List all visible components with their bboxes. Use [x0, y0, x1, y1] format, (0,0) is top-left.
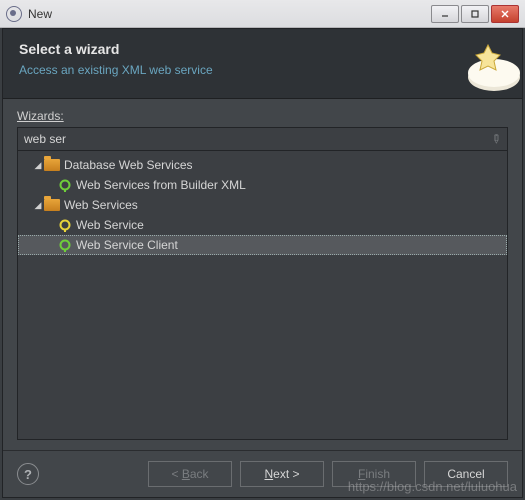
tree-item[interactable]: Web Services from Builder XML: [18, 175, 507, 195]
dialog-subtitle: Access an existing XML web service: [19, 63, 506, 77]
tree-item[interactable]: Web Service Client: [18, 235, 507, 255]
expand-arrow-icon: ◢: [32, 160, 44, 171]
dialog: Select a wizard Access an existing XML w…: [2, 28, 523, 498]
back-label: < Back: [171, 467, 208, 481]
folder-icon: [44, 159, 60, 171]
category-label: Database Web Services: [64, 158, 193, 172]
dialog-footer: ? < Back Next > Finish Cancel: [3, 450, 522, 497]
category-label: Web Services: [64, 198, 138, 212]
minimize-button[interactable]: [431, 5, 459, 23]
next-label: Next >: [264, 467, 299, 481]
wizard-item-icon: [58, 178, 72, 192]
item-label: Web Service Client: [76, 238, 178, 252]
wizard-filter-input[interactable]: [24, 130, 491, 148]
next-button[interactable]: Next >: [240, 461, 324, 487]
item-label: Web Services from Builder XML: [76, 178, 246, 192]
window-titlebar: New: [0, 0, 525, 28]
cancel-button[interactable]: Cancel: [424, 461, 508, 487]
finish-button[interactable]: Finish: [332, 461, 416, 487]
help-button[interactable]: ?: [17, 463, 39, 485]
filter-row: ✎: [17, 127, 508, 151]
expand-arrow-icon: ◢: [32, 200, 44, 211]
tree-item[interactable]: Web Service: [18, 215, 507, 235]
back-button[interactable]: < Back: [148, 461, 232, 487]
wizard-item-icon: [58, 238, 72, 252]
tree-category[interactable]: ◢ Web Services: [18, 195, 507, 215]
maximize-button[interactable]: [461, 5, 489, 23]
tree-category[interactable]: ◢ Database Web Services: [18, 155, 507, 175]
dialog-body: Wizards: ✎ ◢ Database Web Services Web Ser…: [3, 99, 522, 450]
cancel-label: Cancel: [447, 467, 484, 481]
app-icon: [6, 6, 22, 22]
wizard-banner-icon: [444, 37, 522, 95]
dialog-header: Select a wizard Access an existing XML w…: [3, 29, 522, 99]
folder-icon: [44, 199, 60, 211]
close-button[interactable]: [491, 5, 519, 23]
wizard-tree[interactable]: ◢ Database Web Services Web Services from …: [17, 151, 508, 440]
wizards-label: Wizards:: [17, 109, 508, 123]
window-controls: [431, 5, 519, 23]
dialog-title: Select a wizard: [19, 41, 506, 57]
item-label: Web Service: [76, 218, 144, 232]
finish-label: Finish: [358, 467, 390, 481]
window-title: New: [28, 7, 431, 21]
wizard-item-icon: [58, 218, 72, 232]
